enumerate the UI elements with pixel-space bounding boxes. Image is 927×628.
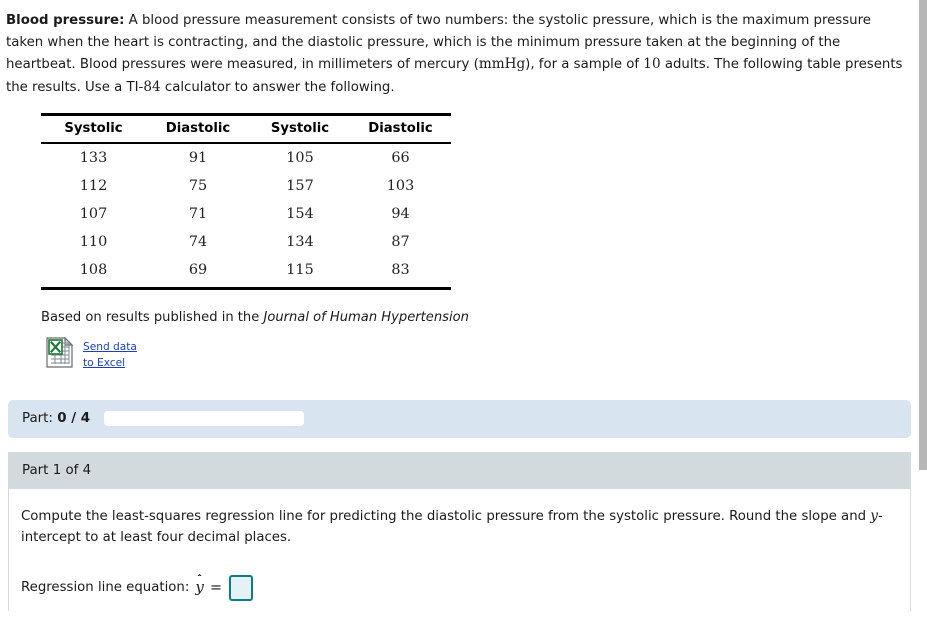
source-journal: Journal of Human Hypertension: [263, 309, 469, 325]
cell: 112: [79, 177, 108, 194]
table-head: Systolic Diastolic Systolic Diastolic: [41, 114, 451, 144]
problem-text-2: ), for a sample of: [525, 57, 644, 73]
y-hat-symbol: y: [195, 573, 204, 597]
cell: 133: [79, 149, 108, 166]
part-progress-bar: Part: 0 / 4: [8, 399, 911, 438]
part-body: Compute the least-squares regression lin…: [8, 488, 911, 611]
cell: 69: [188, 261, 208, 278]
problem-lead-in: Blood pressure:: [6, 13, 125, 28]
part-header: Part 1 of 4: [8, 451, 911, 489]
cell: 103: [386, 177, 415, 194]
y-variable: y: [195, 578, 204, 597]
progress-track: [104, 411, 305, 426]
send-to-excel-link[interactable]: Send data to Excel: [83, 337, 137, 372]
problem-text-4: calculator to answer the following.: [160, 80, 395, 96]
table-row: 108 69 115 83: [41, 256, 451, 289]
cell: 66: [391, 149, 410, 166]
question-variable-y: y: [870, 507, 878, 524]
part-progress-text: Part:: [22, 411, 53, 426]
page-scroll-container: Blood pressure: A blood pressure measure…: [0, 0, 919, 628]
column-header-systolic-1: Systolic: [41, 114, 146, 144]
cell: 74: [188, 233, 208, 250]
unit-mmhg: mmHg: [478, 56, 526, 73]
vertical-scrollbar[interactable]: [919, 0, 927, 628]
part-progress-value: 0 / 4: [57, 411, 91, 426]
answer-row: Regression line equation: y =: [21, 573, 898, 601]
hat-accent-icon: [193, 569, 206, 577]
table-header-row: Systolic Diastolic Systolic Diastolic: [41, 114, 451, 144]
blood-pressure-table: Systolic Diastolic Systolic Diastolic 13…: [41, 112, 451, 290]
cell: 105: [286, 149, 314, 166]
part-section: Part 1 of 4 Compute the least-squares re…: [8, 451, 911, 611]
problem-statement: Blood pressure: A blood pressure measure…: [0, 0, 919, 99]
cell: 110: [79, 233, 108, 250]
cell: 94: [391, 205, 410, 222]
table-row: 133 91 105 66: [41, 143, 451, 172]
cell: 108: [79, 261, 108, 278]
part-header-label: Part 1 of 4: [22, 462, 92, 478]
question-text-1: Compute the least-squares regression lin…: [21, 508, 871, 524]
excel-file-icon: [46, 336, 74, 368]
table-body: 133 91 105 66 112 75 157 103 107 71 154 …: [41, 143, 451, 289]
source-note: Based on results published in the Journa…: [41, 310, 919, 325]
cell: 87: [391, 233, 410, 250]
cell: 115: [286, 261, 314, 278]
cell: 71: [188, 205, 208, 222]
table-row: 110 74 134 87: [41, 228, 451, 256]
data-table-wrapper: Systolic Diastolic Systolic Diastolic 13…: [41, 112, 919, 290]
cell: 83: [391, 261, 410, 278]
table-row: 112 75 157 103: [41, 172, 451, 200]
cell: 107: [79, 205, 108, 222]
excel-link-line-1[interactable]: Send data: [83, 339, 137, 355]
column-header-systolic-2: Systolic: [250, 114, 350, 144]
cell: 91: [188, 149, 208, 166]
question-text: Compute the least-squares regression lin…: [21, 505, 898, 549]
column-header-diastolic-2: Diastolic: [350, 114, 451, 144]
equals-sign: =: [209, 579, 223, 597]
cell: 75: [188, 177, 208, 194]
regression-equation-input[interactable]: [229, 574, 254, 601]
table-row: 107 71 154 94: [41, 200, 451, 228]
send-to-excel-row[interactable]: Send data to Excel: [46, 336, 919, 372]
answer-label: Regression line equation:: [21, 580, 190, 596]
excel-link-line-2[interactable]: to Excel: [83, 355, 125, 371]
calculator-model: 84: [143, 79, 161, 96]
cell: 157: [286, 177, 314, 194]
part-progress-label: Part: 0 / 4: [22, 411, 90, 426]
scrollbar-thumb[interactable]: [919, 0, 927, 470]
source-prefix: Based on results published in the: [41, 309, 264, 325]
cell: 134: [286, 233, 314, 250]
column-header-diastolic-1: Diastolic: [146, 114, 250, 144]
cell: 154: [286, 205, 314, 222]
sample-size: 10: [643, 56, 661, 73]
